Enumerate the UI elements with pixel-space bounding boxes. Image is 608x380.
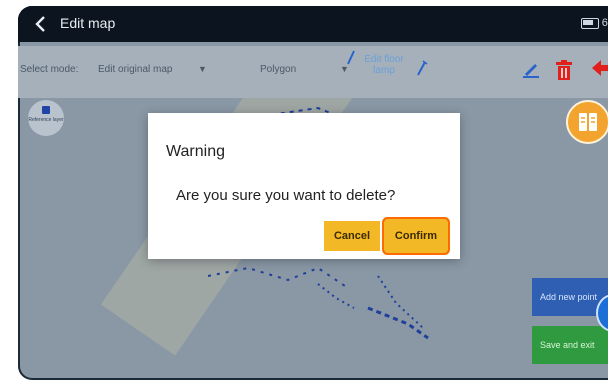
dialog-message: Are you sure you want to delete? [176, 187, 396, 204]
dialog-title: Warning [166, 143, 225, 160]
cancel-button[interactable]: Cancel [324, 221, 380, 251]
warning-dialog: Warning Are you sure you want to delete?… [148, 113, 460, 259]
confirm-button[interactable]: Confirm [386, 221, 446, 251]
